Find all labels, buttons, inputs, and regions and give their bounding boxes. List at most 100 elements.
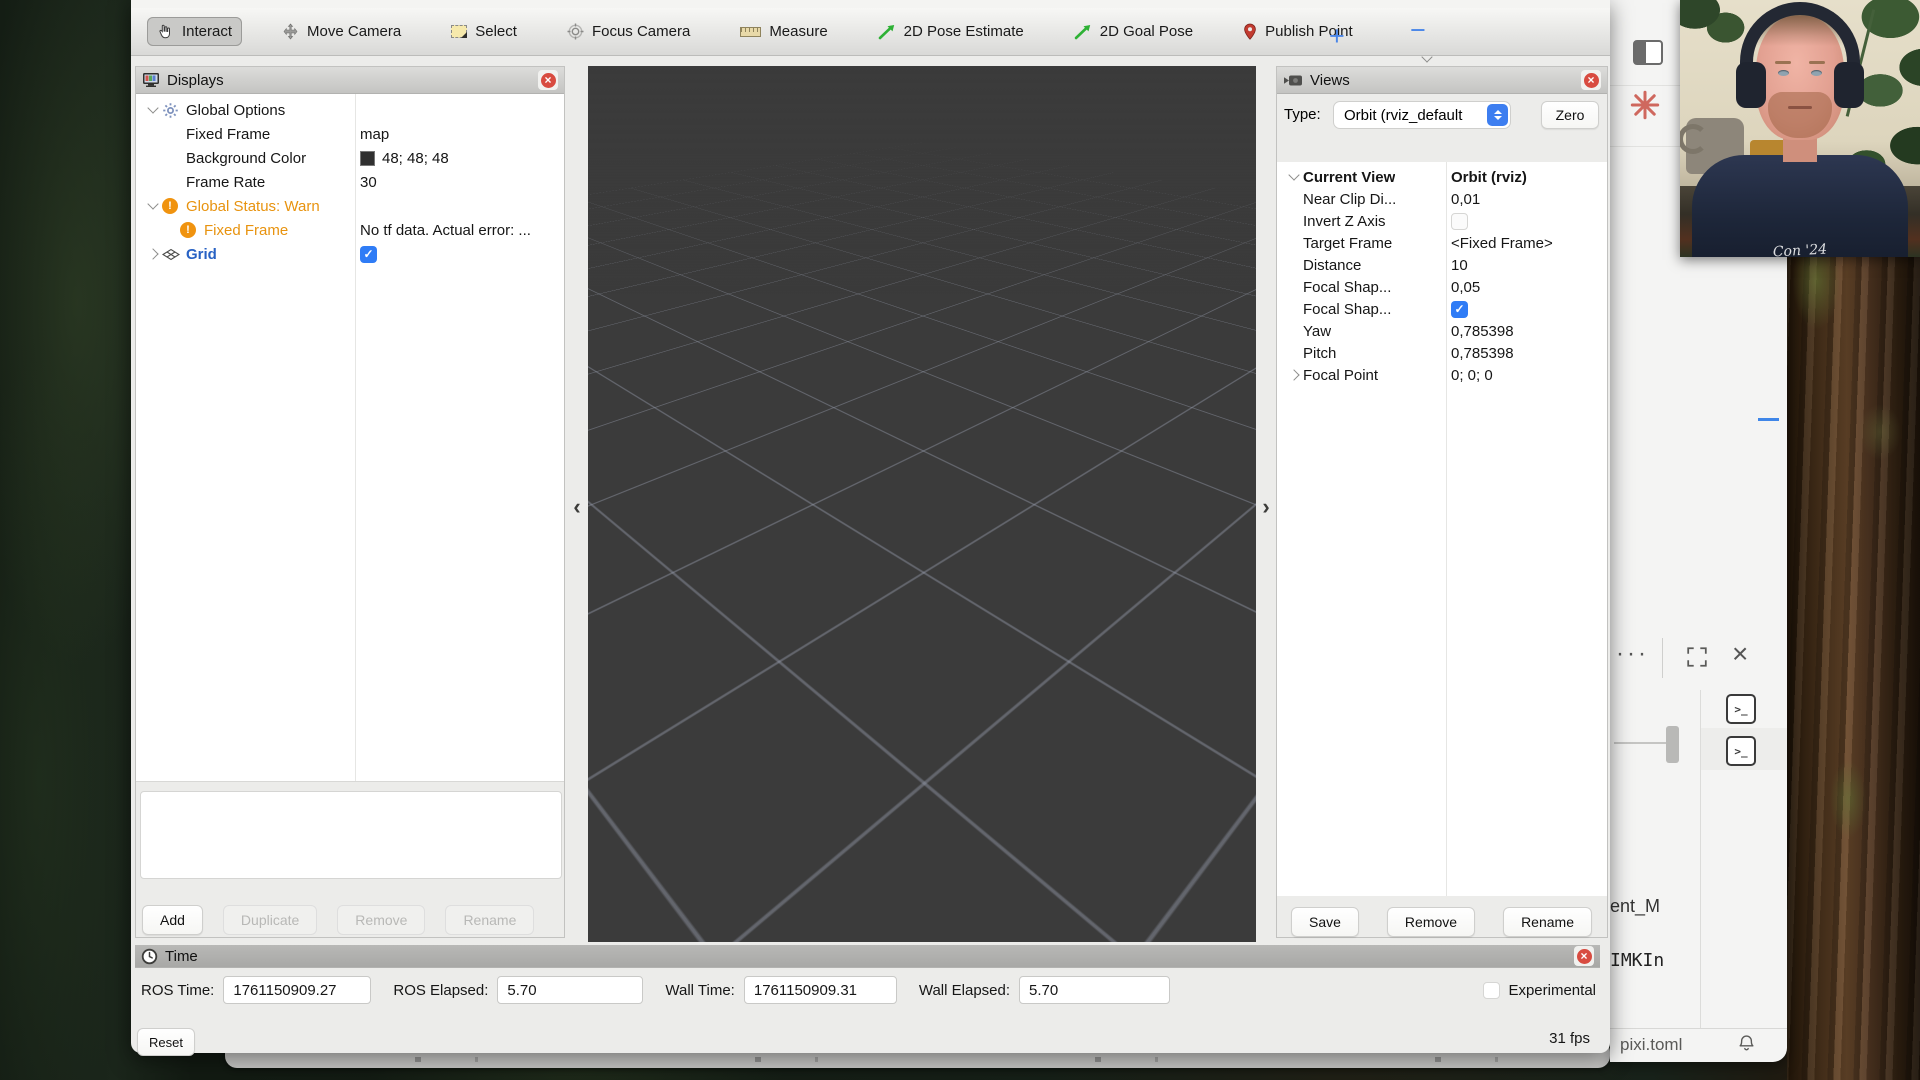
warn-icon-slot: ! [162, 198, 186, 214]
tree-row-focal-point[interactable]: Focal Point0; 0; 0 [1277, 364, 1607, 386]
tree-row-pitch[interactable]: Pitch0,785398 [1277, 342, 1607, 364]
tree-row-target-frame[interactable]: Target Frame<Fixed Frame> [1277, 232, 1607, 254]
property-value[interactable]: 0,785398 [1451, 345, 1605, 362]
checkbox-unchecked[interactable] [1451, 213, 1468, 230]
experimental-checkbox-unchecked[interactable] [1483, 982, 1500, 999]
time-field-input[interactable]: 5.70 [1019, 976, 1170, 1004]
clock-icon [141, 948, 158, 965]
terminal-icon[interactable]: >_ [1726, 694, 1756, 724]
remove-button[interactable]: Remove [1387, 907, 1475, 937]
property-value[interactable]: Orbit (rviz) [1451, 169, 1605, 186]
value-text: 10 [1451, 257, 1468, 274]
asterisk-icon[interactable] [1630, 90, 1660, 125]
experimental-label: Experimental [1508, 982, 1596, 999]
value-text: 0,05 [1451, 279, 1480, 296]
expand-down-icon[interactable] [144, 108, 162, 112]
tool-label: 2D Goal Pose [1100, 23, 1193, 40]
warn-icon: ! [162, 198, 178, 214]
add-tool-button[interactable]: + [1329, 16, 1345, 56]
time-close-button[interactable]: × [1574, 946, 1594, 966]
tree-row-background-color[interactable]: Background Color48; 48; 48 [136, 146, 564, 170]
displays-description-box [140, 791, 562, 879]
value-text: 0,785398 [1451, 345, 1514, 362]
views-panel-header[interactable]: Views × [1277, 67, 1607, 94]
displays-panel-header[interactable]: Displays × [136, 67, 564, 94]
displays-close-button[interactable]: × [538, 70, 558, 90]
tool-select[interactable]: Select [441, 17, 527, 46]
tree-row-distance[interactable]: Distance 10 [1277, 254, 1607, 276]
value-text: 48; 48; 48 [382, 150, 449, 167]
tool-2d-pose-estimate[interactable]: 2D Pose Estimate [868, 17, 1034, 46]
render-viewport[interactable] [588, 66, 1256, 942]
expand-down-icon[interactable] [1285, 175, 1303, 179]
zero-button[interactable]: Zero [1541, 101, 1599, 129]
property-value[interactable]: map [360, 126, 562, 143]
remove-tool-button[interactable]: − [1410, 10, 1426, 50]
titlebar-strip [131, 0, 1610, 8]
toolbar-expander-chevron-icon[interactable] [1423, 48, 1431, 66]
collapse-right-panel-chevron[interactable]: › [1258, 492, 1274, 522]
property-value[interactable]: ✓ [360, 246, 562, 263]
close-icon[interactable]: × [1732, 638, 1748, 670]
property-value[interactable]: 0,05 [1451, 279, 1605, 296]
grid-icon-slot [162, 248, 186, 261]
property-value[interactable]: 0; 0; 0 [1451, 367, 1605, 384]
tree-row-invert-z-axis[interactable]: Invert Z Axis [1277, 210, 1607, 232]
terminal-icon[interactable]: >_ [1726, 736, 1756, 766]
tree-row-focal-shap[interactable]: Focal Shap...0,05 [1277, 276, 1607, 298]
property-value[interactable] [1451, 213, 1605, 230]
tree-row-frame-rate[interactable]: Frame Rate 30 [136, 170, 564, 194]
time-field-input[interactable]: 1761150909.31 [744, 976, 897, 1004]
tree-row-yaw[interactable]: Yaw0,785398 [1277, 320, 1607, 342]
view-type-row: Type: Orbit (rviz_default Zero [1277, 100, 1607, 132]
ground-grid [588, 66, 1256, 451]
tree-row-global-options[interactable]: Global Options [136, 98, 564, 122]
expand-down-icon[interactable] [144, 204, 162, 208]
time-panel-header[interactable]: Time × [135, 945, 1600, 968]
tree-row-grid[interactable]: Grid✓ [136, 242, 564, 266]
tool-move-camera[interactable]: Move Camera [272, 17, 411, 46]
sidebar-toggle-icon[interactable] [1633, 40, 1663, 65]
checkbox-checked[interactable]: ✓ [360, 246, 377, 263]
gear-icon-slot [162, 102, 186, 119]
tree-row-near-clip-di[interactable]: Near Clip Di...0,01 [1277, 188, 1607, 210]
property-value[interactable]: ✓ [1451, 301, 1605, 318]
filename-label[interactable]: pixi.toml [1620, 1035, 1682, 1055]
tree-row-fixed-frame[interactable]: Fixed Framemap [136, 122, 564, 146]
expand-right-icon[interactable] [1285, 371, 1303, 379]
checkbox-checked[interactable]: ✓ [1451, 301, 1468, 318]
property-value[interactable]: 0,01 [1451, 191, 1605, 208]
collapse-left-panel-chevron[interactable]: ‹ [569, 492, 585, 522]
property-value[interactable]: 10 [1451, 257, 1605, 274]
property-label: Frame Rate [186, 174, 265, 191]
time-field-input[interactable]: 1761150909.27 [223, 976, 371, 1004]
value-text: map [360, 126, 389, 143]
bell-icon[interactable] [1738, 1034, 1755, 1058]
tree-row-focal-shap[interactable]: Focal Shap...✓ [1277, 298, 1607, 320]
property-value[interactable]: No tf data. Actual error: ... [360, 222, 562, 239]
tree-row-current-view[interactable]: Current ViewOrbit (rviz) [1277, 166, 1607, 188]
tree-row-global-status-warn[interactable]: !Global Status: Warn [136, 194, 564, 218]
property-value[interactable]: 48; 48; 48 [360, 150, 562, 167]
overflow-menu-icon[interactable]: ··· [1616, 640, 1649, 668]
view-type-dropdown[interactable]: Orbit (rviz_default [1333, 101, 1511, 129]
scrollbar-thumb[interactable] [1666, 726, 1679, 763]
tool-measure[interactable]: Measure [730, 17, 837, 46]
reset-button[interactable]: Reset [137, 1028, 195, 1056]
property-value[interactable]: <Fixed Frame> [1451, 235, 1605, 252]
tree-row-fixed-frame[interactable]: !Fixed FrameNo tf data. Actual error: ..… [136, 218, 564, 242]
views-close-button[interactable]: × [1581, 70, 1601, 90]
property-value[interactable]: 30 [360, 174, 562, 191]
tool-focus-camera[interactable]: Focus Camera [557, 17, 700, 46]
add-button[interactable]: Add [142, 905, 203, 935]
fullscreen-icon[interactable] [1686, 646, 1708, 673]
expand-right-icon[interactable] [144, 250, 162, 258]
tool-interact[interactable]: Interact [147, 17, 242, 46]
save-button[interactable]: Save [1291, 907, 1359, 937]
property-label: Distance [1303, 257, 1361, 274]
tool-2d-goal-pose[interactable]: 2D Goal Pose [1064, 17, 1203, 46]
duplicate-button: Duplicate [223, 905, 317, 935]
rename-button[interactable]: Rename [1503, 907, 1592, 937]
time-field-input[interactable]: 5.70 [497, 976, 643, 1004]
property-value[interactable]: 0,785398 [1451, 323, 1605, 340]
